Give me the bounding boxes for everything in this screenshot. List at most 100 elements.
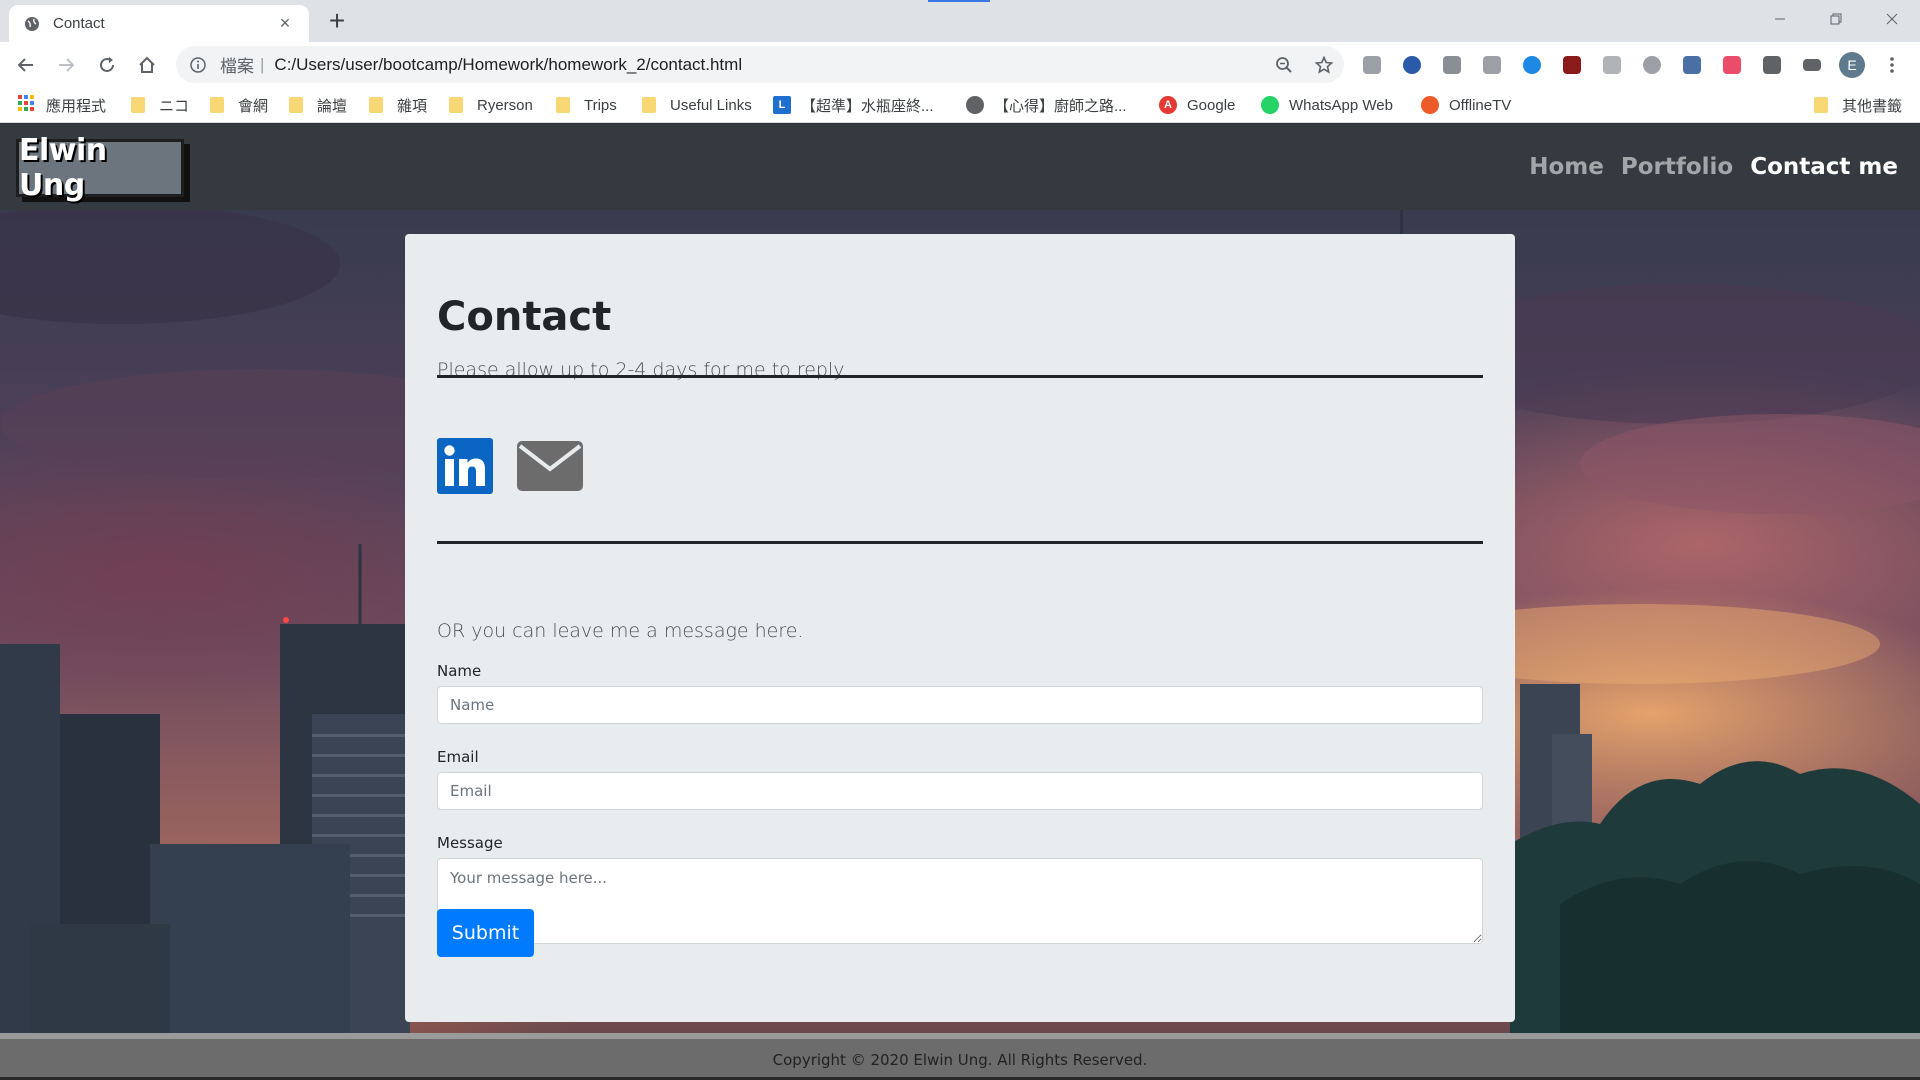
extension-bag-icon[interactable] — [1439, 52, 1465, 78]
social-links — [437, 438, 583, 498]
bookmark-folder-ryerson[interactable]: Ryerson — [449, 87, 533, 123]
copyright-text: Copyright © 2020 Elwin Ung. All Rights R… — [772, 1050, 1148, 1069]
bookmark-folder-useful-links[interactable]: Useful Links — [642, 87, 752, 123]
bookmark-label: 【心得】廚師之路... — [994, 97, 1127, 115]
bookmark-other[interactable]: 其他書籤 — [1814, 87, 1902, 123]
bookmark-google[interactable]: A Google — [1159, 87, 1235, 123]
bookmark-offlinetv[interactable]: OfflineTV — [1421, 87, 1511, 123]
tab-title: Contact — [53, 15, 105, 32]
reading-list-icon[interactable] — [1799, 52, 1825, 78]
extension-cast-icon[interactable] — [1719, 52, 1745, 78]
site-navbar: Elwin Ung Home Portfolio Contact me — [0, 124, 1920, 210]
folder-icon — [1814, 97, 1828, 113]
nav-links: Home Portfolio Contact me — [1529, 124, 1898, 210]
restore-icon — [1830, 13, 1842, 25]
nav-link-contact[interactable]: Contact me — [1750, 154, 1898, 180]
bookmark-label: 雜項 — [397, 97, 428, 115]
globe-icon — [966, 96, 984, 114]
message-label: Message — [437, 834, 503, 852]
url-text[interactable]: C:/Users/user/bootcamp/Homework/homework… — [274, 55, 1264, 75]
site-footer: Copyright © 2020 Elwin Ung. All Rights R… — [0, 1033, 1920, 1080]
reload-icon — [100, 57, 114, 72]
bookmark-label: WhatsApp Web — [1289, 96, 1393, 114]
brand-logo[interactable]: Elwin Ung — [16, 133, 184, 203]
forward-button[interactable] — [50, 49, 82, 81]
submit-button[interactable]: Submit — [437, 909, 534, 957]
bookmark-label: 論壇 — [317, 97, 348, 115]
nav-link-portfolio[interactable]: Portfolio — [1621, 154, 1733, 180]
l-site-icon: L — [773, 96, 791, 114]
folder-icon — [210, 97, 224, 113]
extension-globe-icon[interactable] — [1399, 52, 1425, 78]
close-window-button[interactable] — [1864, 0, 1920, 38]
name-input[interactable] — [437, 686, 1483, 724]
bookmarks-bar: 應用程式 ニコ 會網 論壇 雜項 Ryerson Trips Useful Li… — [0, 87, 1920, 123]
divider — [437, 541, 1483, 544]
bookmark-horoscope[interactable]: L 【超準】水瓶座終... — [773, 87, 934, 123]
forward-arrow-icon — [59, 58, 75, 72]
address-bar[interactable]: 檔案 | C:/Users/user/bootcamp/Homework/hom… — [176, 46, 1344, 83]
bookmark-folder-4[interactable]: 雜項 — [369, 87, 427, 123]
folder-icon — [369, 97, 383, 113]
bookmark-label: ニコ — [159, 97, 190, 115]
scheme-label: 檔案 — [220, 57, 254, 76]
whatsapp-icon — [1261, 96, 1279, 114]
bookmark-whatsapp[interactable]: WhatsApp Web — [1261, 87, 1393, 123]
bookmark-label: 其他書籤 — [1842, 97, 1903, 115]
bookmark-star-icon[interactable] — [1304, 46, 1344, 83]
menu-kebab-icon[interactable] — [1879, 52, 1905, 78]
folder-icon — [449, 97, 463, 113]
bookmark-label: 應用程式 — [46, 97, 107, 115]
extension-mail-icon[interactable] — [1519, 52, 1545, 78]
url-separator: | — [260, 54, 265, 74]
reload-button[interactable] — [91, 49, 123, 81]
extension-translate-icon[interactable] — [1599, 52, 1625, 78]
minimize-button[interactable] — [1752, 0, 1808, 38]
email-input[interactable] — [437, 772, 1483, 810]
info-icon[interactable] — [188, 55, 208, 75]
close-icon[interactable]: × — [275, 13, 295, 34]
bookmark-label: OfflineTV — [1449, 96, 1512, 114]
extension-link-icon[interactable] — [1639, 52, 1665, 78]
tab-indicator — [928, 0, 990, 2]
folder-icon — [642, 97, 656, 113]
bookmark-folder-trips[interactable]: Trips — [556, 87, 617, 123]
bookmark-folder-3[interactable]: 論壇 — [289, 87, 347, 123]
extension-pdf-icon[interactable] — [1479, 52, 1505, 78]
name-label: Name — [437, 662, 482, 680]
extension-help-icon[interactable] — [1359, 52, 1385, 78]
folder-icon — [131, 97, 145, 113]
zoom-icon[interactable] — [1264, 46, 1304, 83]
home-button[interactable] — [131, 49, 163, 81]
profile-avatar[interactable]: E — [1839, 52, 1865, 78]
ublock-icon[interactable] — [1559, 52, 1585, 78]
browser-tabstrip: Contact × + — [0, 0, 1920, 42]
folder-icon — [289, 97, 303, 113]
bookmark-folder-2[interactable]: 會網 — [210, 87, 268, 123]
page-viewport: Elwin Ung Home Portfolio Contact me Cont… — [0, 124, 1920, 1080]
extension-shield-icon[interactable] — [1679, 52, 1705, 78]
nav-link-home[interactable]: Home — [1529, 154, 1604, 180]
restore-button[interactable] — [1808, 0, 1864, 38]
bookmark-apps[interactable]: 應用程式 — [18, 87, 106, 123]
puzzle-icon[interactable] — [1759, 52, 1785, 78]
back-button[interactable] — [10, 49, 42, 81]
bookmark-folder-1[interactable]: ニコ — [131, 87, 189, 123]
linkedin-icon[interactable] — [437, 438, 493, 498]
envelope-icon[interactable] — [517, 441, 583, 495]
contact-card: Contact Please allow up to 2-4 days for … — [405, 234, 1515, 1022]
home-icon — [139, 56, 155, 73]
new-tab-button[interactable]: + — [322, 6, 352, 36]
folder-icon — [556, 97, 570, 113]
close-window-icon — [1886, 13, 1898, 25]
message-textarea[interactable] — [437, 858, 1483, 944]
page-title: Contact — [437, 294, 612, 340]
browser-tab-contact[interactable]: Contact × — [9, 5, 309, 42]
bookmark-label: Ryerson — [477, 96, 533, 114]
window-controls — [1752, 0, 1920, 40]
minimize-icon — [1775, 18, 1785, 20]
bookmark-label: Trips — [584, 96, 617, 114]
bookmark-chef[interactable]: 【心得】廚師之路... — [966, 87, 1127, 123]
offlinetv-icon — [1421, 96, 1439, 114]
bookmark-label: 會網 — [238, 97, 269, 115]
